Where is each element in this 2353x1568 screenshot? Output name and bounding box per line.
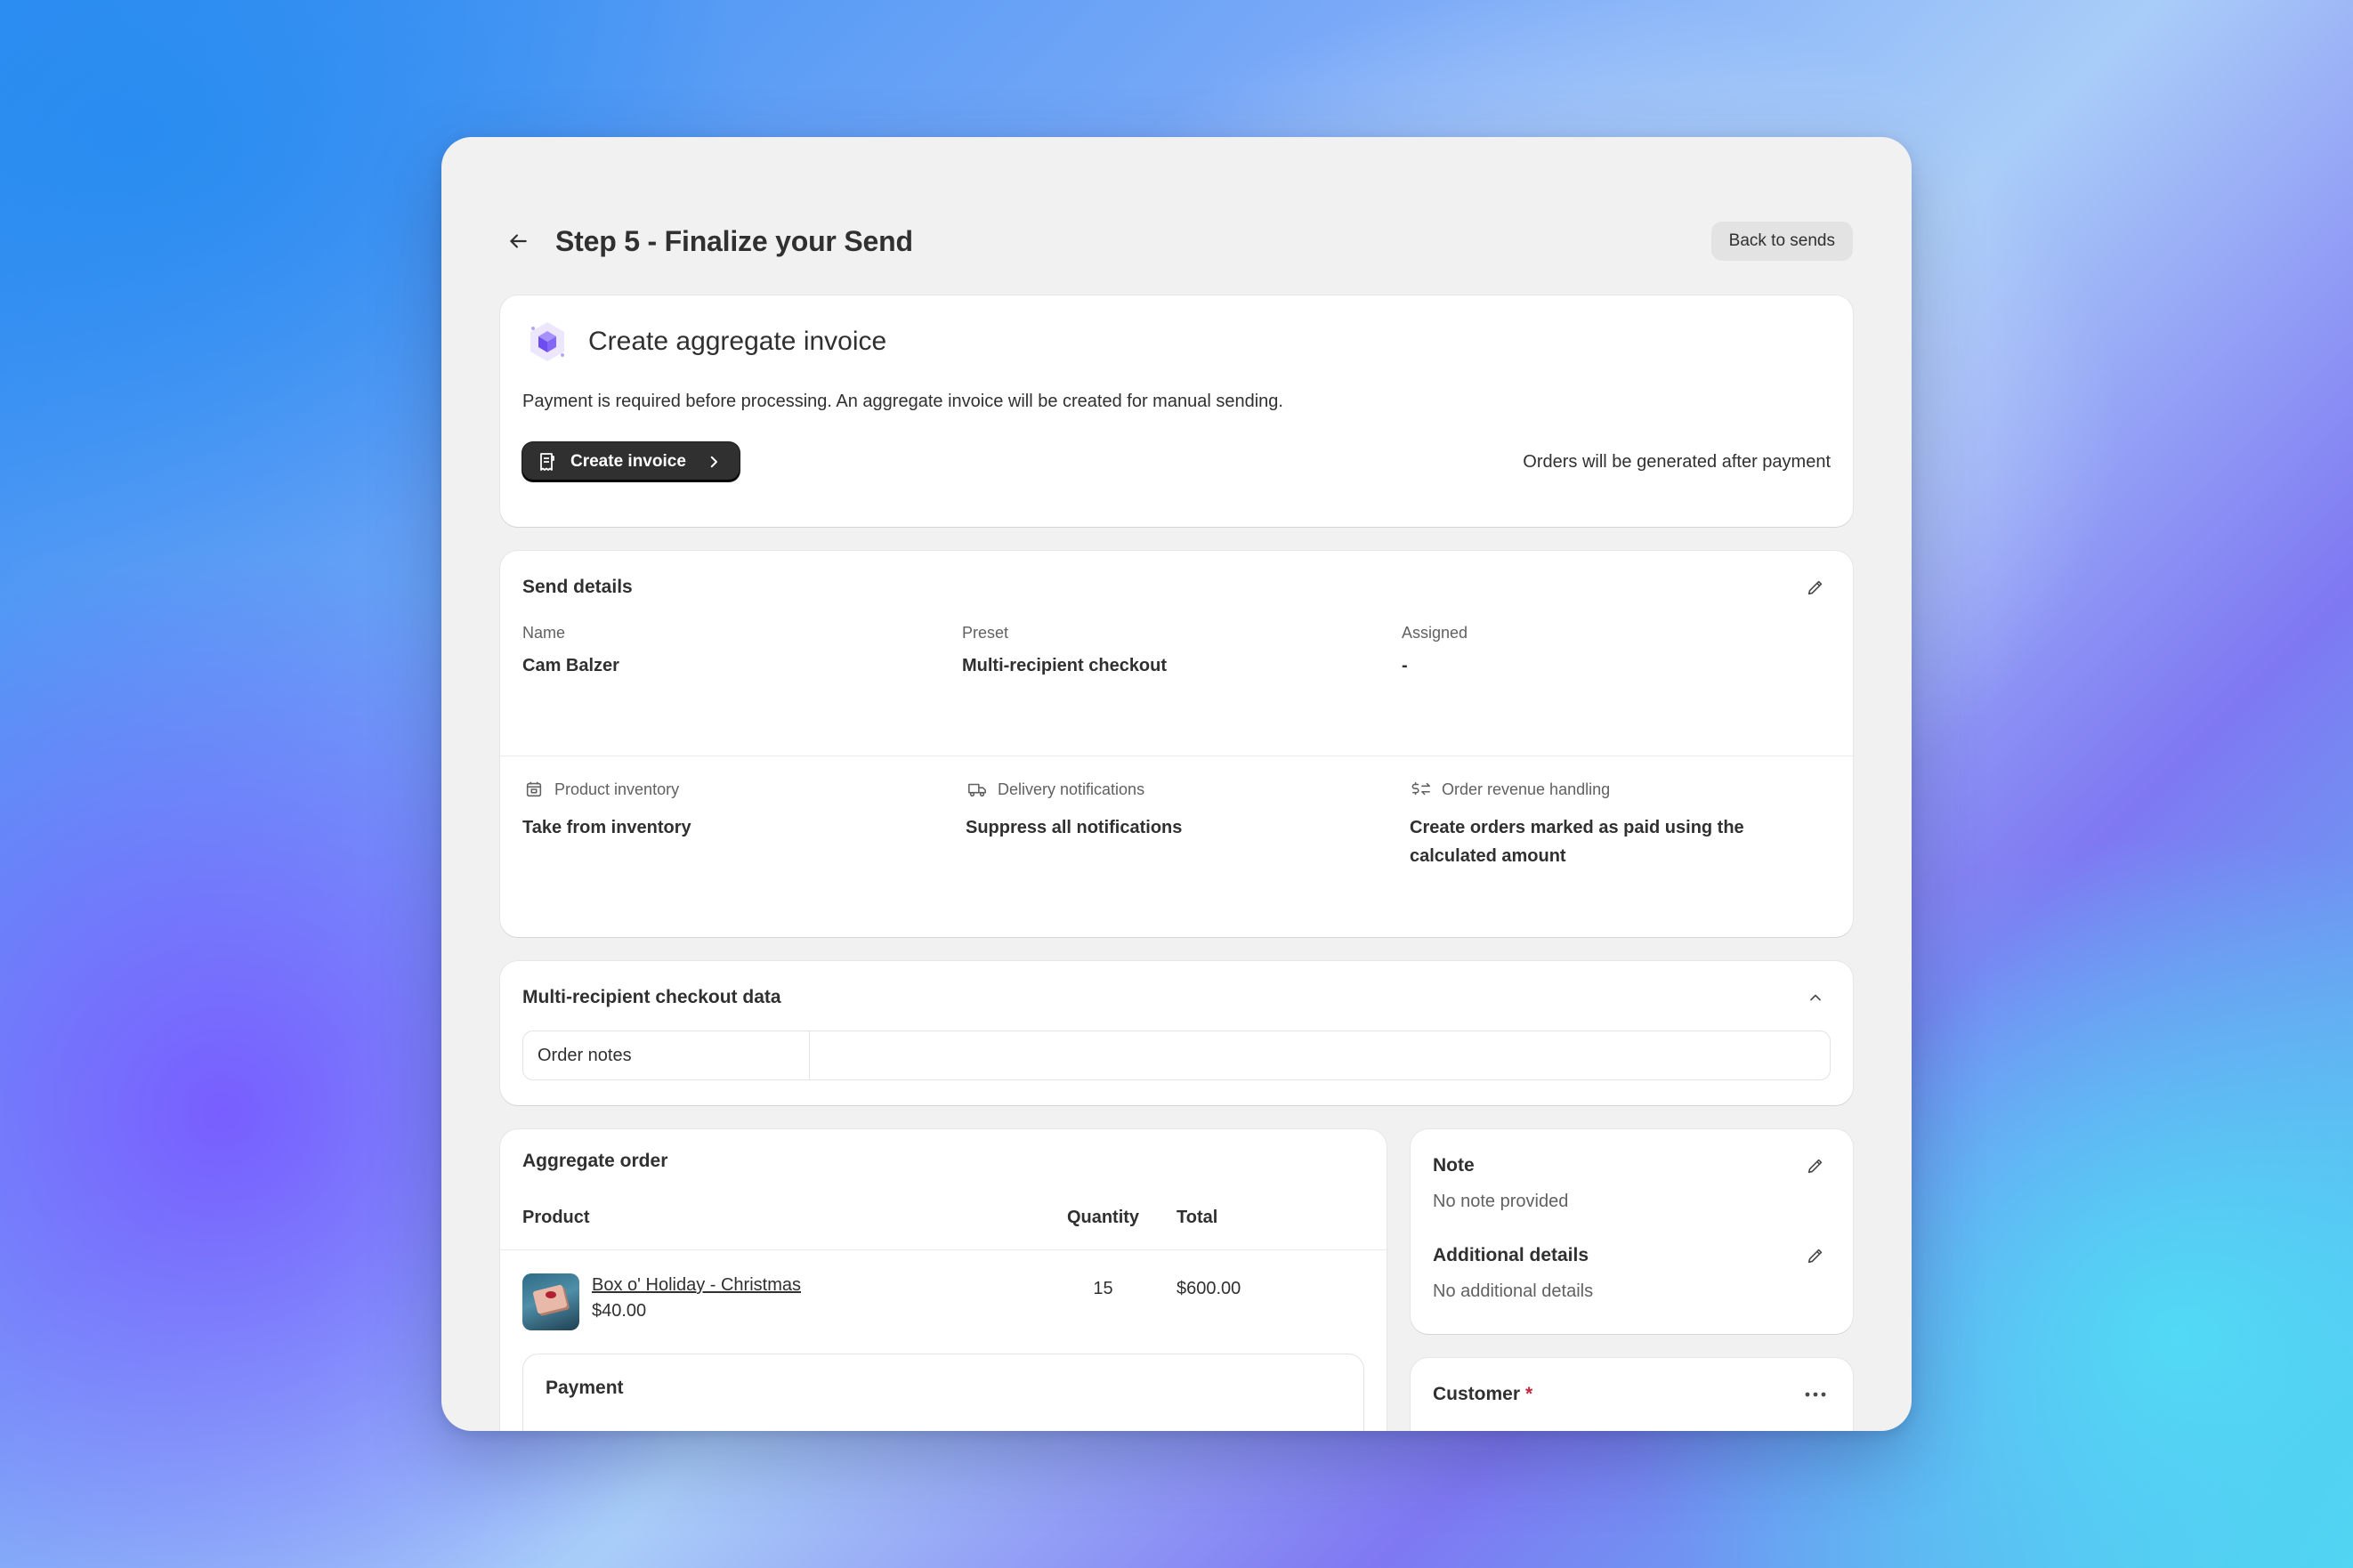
edit-note-pencil-icon[interactable]: [1800, 1151, 1831, 1181]
header-left: Step 5 - Finalize your Send: [500, 223, 913, 259]
aggregate-table-header: Product Quantity Total: [500, 1208, 1387, 1228]
checkout-data-card: Multi-recipient checkout data Order note…: [500, 961, 1853, 1105]
checkout-data-title: Multi-recipient checkout data: [522, 987, 781, 1007]
setting-delivery-label-row: Delivery notifications: [966, 778, 1402, 801]
setting-delivery-notifications: Delivery notifications Suppress all noti…: [962, 778, 1402, 870]
page-title: Step 5 - Finalize your Send: [555, 224, 913, 257]
required-mark: *: [1525, 1384, 1533, 1404]
send-details-card: Send details Name Cam Balzer Preset Mult…: [500, 551, 1853, 937]
note-header: Note: [1433, 1151, 1831, 1181]
order-notes-row: Order notes: [522, 1031, 1831, 1080]
table-row: Box o' Holiday - Christmas $40.00 15 $60…: [500, 1249, 1387, 1330]
customer-title: Customer: [1433, 1384, 1521, 1404]
customer-card: Customer *: [1411, 1358, 1853, 1431]
page-content: Step 5 - Finalize your Send Back to send…: [500, 194, 1853, 1431]
setting-revenue-value: Create orders marked as paid using the c…: [1410, 818, 1744, 866]
create-invoice-button[interactable]: Create invoice: [522, 442, 740, 481]
additional-details-header: Additional details: [1433, 1241, 1831, 1271]
product-total: $600.00: [1176, 1279, 1241, 1298]
customer-header: Customer *: [1433, 1379, 1831, 1410]
invoice-header: Create aggregate invoice: [522, 317, 1831, 367]
send-settings-grid: Product inventory Take from inventory De…: [500, 756, 1853, 870]
order-notes-input[interactable]: [810, 1031, 1830, 1079]
field-name: Name Cam Balzer: [522, 624, 962, 680]
additional-details-value: No additional details: [1433, 1281, 1594, 1301]
invoice-card: Create aggregate invoice Payment is requ…: [500, 295, 1853, 527]
customer-title-wrap: Customer *: [1433, 1384, 1532, 1405]
send-details-top: Send details Name Cam Balzer Preset Mult…: [500, 551, 1853, 756]
setting-delivery-label: Delivery notifications: [998, 780, 1145, 798]
send-details-header: Send details: [522, 572, 1831, 602]
inventory-icon: [522, 778, 546, 801]
payment-card: Payment: [522, 1354, 1364, 1431]
setting-product-inventory: Product inventory Take from inventory: [522, 778, 962, 870]
receipt-icon: [537, 451, 558, 473]
column-product: Product: [522, 1208, 590, 1227]
column-total: Total: [1176, 1208, 1218, 1227]
checkout-data-header[interactable]: Multi-recipient checkout data: [522, 982, 1831, 1013]
back-to-sends-button[interactable]: Back to sends: [1710, 222, 1853, 261]
product-price: $40.00: [592, 1301, 647, 1321]
invoice-title: Create aggregate invoice: [588, 327, 887, 356]
field-preset: Preset Multi-recipient checkout: [962, 624, 1402, 680]
edit-send-details-pencil-icon[interactable]: [1800, 572, 1831, 602]
chevron-right-icon: [706, 454, 722, 470]
aggregate-order-title: Aggregate order: [522, 1151, 668, 1171]
back-arrow-icon[interactable]: [500, 223, 536, 259]
field-preset-label: Preset: [962, 624, 1009, 642]
truck-icon: [966, 778, 989, 801]
field-assigned: Assigned -: [1402, 624, 1831, 680]
more-options-icon[interactable]: [1800, 1379, 1831, 1410]
send-fields-grid: Name Cam Balzer Preset Multi-recipient c…: [522, 624, 1831, 680]
note-value: No note provided: [1433, 1192, 1569, 1211]
payment-title: Payment: [546, 1378, 624, 1398]
setting-order-revenue: Order revenue handling Create orders mar…: [1402, 778, 1831, 870]
product-quantity: 15: [1093, 1279, 1113, 1298]
orders-generated-note: Orders will be generated after payment: [1523, 451, 1831, 472]
create-invoice-label: Create invoice: [570, 452, 686, 471]
note-title: Note: [1433, 1155, 1475, 1176]
column-quantity: Quantity: [1066, 1208, 1140, 1227]
setting-inventory-value: Take from inventory: [522, 818, 691, 837]
invoice-description: Payment is required before processing. A…: [522, 392, 1283, 411]
edit-additional-details-pencil-icon[interactable]: [1800, 1241, 1831, 1271]
setting-revenue-label: Order revenue handling: [1442, 780, 1611, 798]
field-name-label: Name: [522, 624, 566, 642]
chevron-up-icon[interactable]: [1800, 982, 1831, 1013]
app-window: Step 5 - Finalize your Send Back to send…: [441, 137, 1912, 1431]
bottom-row: Aggregate order Product Quantity Total B…: [500, 1129, 1853, 1431]
product-cell: Box o' Holiday - Christmas $40.00: [522, 1273, 1030, 1330]
setting-revenue-label-row: Order revenue handling: [1410, 778, 1831, 801]
order-notes-label: Order notes: [523, 1031, 810, 1079]
field-assigned-value: -: [1402, 656, 1408, 675]
setting-inventory-label: Product inventory: [554, 780, 680, 798]
invoice-actions: Create invoice Orders will be generated …: [522, 442, 1831, 481]
setting-inventory-label-row: Product inventory: [522, 778, 962, 801]
additional-details-title: Additional details: [1433, 1245, 1589, 1265]
field-assigned-label: Assigned: [1402, 624, 1468, 642]
field-name-value: Cam Balzer: [522, 656, 619, 675]
product-name-link[interactable]: Box o' Holiday - Christmas: [592, 1275, 801, 1295]
setting-delivery-value: Suppress all notifications: [966, 818, 1183, 837]
product-info: Box o' Holiday - Christmas $40.00: [592, 1273, 801, 1323]
page-header: Step 5 - Finalize your Send Back to send…: [500, 194, 1853, 295]
cube-icon: [522, 317, 572, 367]
field-preset-value: Multi-recipient checkout: [962, 656, 1168, 675]
aggregate-order-header: Aggregate order: [500, 1129, 1387, 1172]
note-card: Note No note provided Additional details…: [1411, 1129, 1853, 1334]
send-details-title: Send details: [522, 577, 633, 597]
dollar-exchange-icon: [1410, 778, 1433, 801]
product-thumbnail: [522, 1273, 579, 1330]
aggregate-order-card: Aggregate order Product Quantity Total B…: [500, 1129, 1387, 1431]
side-column: Note No note provided Additional details…: [1411, 1129, 1853, 1431]
